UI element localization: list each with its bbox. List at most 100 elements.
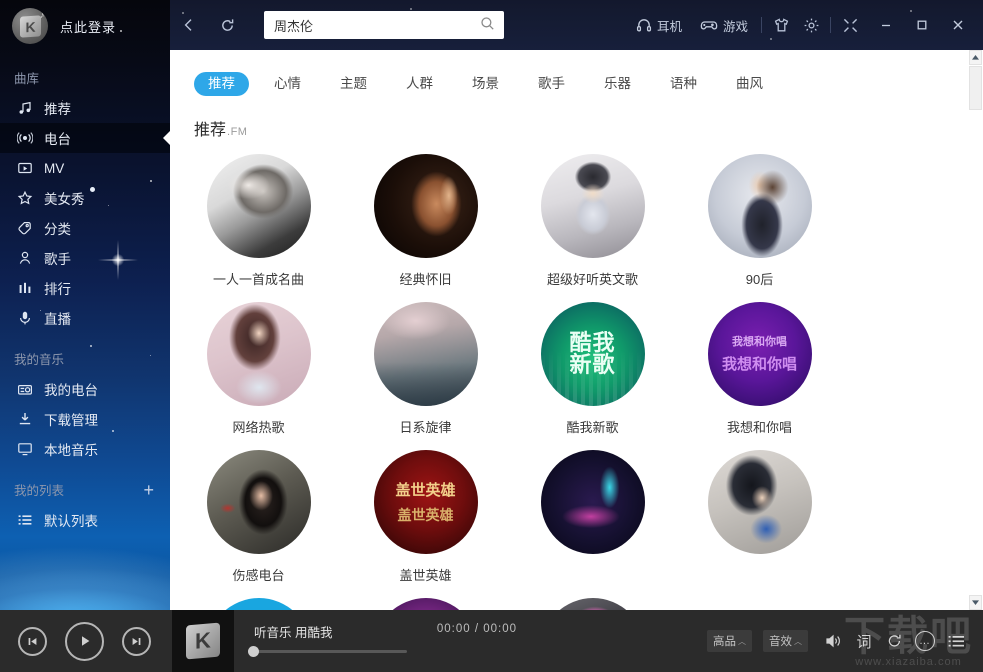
quality-button[interactable]: 高品 ︿ (707, 630, 752, 652)
station-card[interactable]: 经典怀旧 (347, 153, 504, 288)
station-cover[interactable] (540, 153, 645, 258)
album-art[interactable]: ♪ K (172, 610, 234, 672)
station-card[interactable]: 90后 (681, 153, 838, 288)
music-note-icon (16, 100, 33, 117)
tab-language[interactable]: 语种 (656, 72, 711, 96)
tab-mood[interactable]: 心情 (260, 72, 315, 96)
add-playlist-button[interactable]: + (143, 481, 154, 499)
tag-icon (16, 220, 33, 237)
sidebar-item-downloads[interactable]: 下载管理 (0, 404, 170, 434)
station-card[interactable]: 酷我 新歌 酷我新歌 (514, 301, 671, 436)
play-button[interactable] (65, 621, 104, 661)
sidebar-item-radio[interactable]: 电台 (0, 123, 170, 153)
minimize-button[interactable] (871, 10, 901, 40)
progress-bar[interactable] (254, 650, 407, 653)
sidebar-item-local-music[interactable]: 本地音乐 (0, 434, 170, 464)
section-subtitle: .FM (227, 125, 248, 138)
headphone-button[interactable]: 耳机 (627, 10, 691, 40)
station-card[interactable]: 一人一首成名曲 (180, 153, 337, 288)
station-cover[interactable] (206, 301, 311, 406)
station-cover[interactable] (373, 153, 478, 258)
video-icon (16, 160, 33, 177)
tab-instrument[interactable]: 乐器 (590, 72, 645, 96)
tab-theme[interactable]: 主题 (326, 72, 381, 96)
station-card[interactable]: 超级好听英文歌 (514, 153, 671, 288)
sidebar-item-recommend[interactable]: 推荐 (0, 93, 170, 123)
total-time: 00:00 (483, 623, 517, 635)
maximize-button[interactable] (907, 10, 937, 40)
station-cover[interactable] (373, 301, 478, 406)
station-card[interactable] (514, 597, 671, 610)
station-cover[interactable]: 酷我 新歌 (540, 301, 645, 406)
station-cover[interactable]: vivo Hi-Fi & Smart (206, 597, 311, 610)
progress-handle[interactable] (248, 646, 259, 657)
station-cover[interactable] (206, 153, 311, 258)
new-badge-dot (89, 187, 95, 192)
station-cover[interactable] (540, 597, 645, 610)
scrollbar-track[interactable] (969, 67, 982, 593)
station-cover[interactable]: 酷我热歌 (373, 597, 478, 610)
search-box[interactable] (264, 11, 504, 39)
top-right-controls: 耳机 游戏 (627, 0, 983, 50)
avatar[interactable]: ♪ K (12, 8, 48, 44)
station-name: 网络热歌 (232, 419, 285, 435)
content-scrollbar[interactable] (967, 50, 983, 610)
tab-singer[interactable]: 歌手 (524, 72, 579, 96)
station-cover[interactable] (540, 449, 645, 554)
station-cover[interactable] (707, 153, 812, 258)
sidebar-item-artists[interactable]: 歌手 (0, 243, 170, 273)
game-button[interactable]: 游戏 (691, 10, 757, 40)
scroll-down-button[interactable] (969, 595, 982, 610)
station-card[interactable] (514, 449, 671, 584)
sidebar-item-ranking[interactable]: 排行 (0, 273, 170, 303)
sidebar-item-default-list[interactable]: 默认列表 (0, 505, 170, 535)
next-track-button[interactable] (122, 626, 151, 656)
tab-genre[interactable]: 曲风 (722, 72, 777, 96)
station-card[interactable]: 酷我热歌 (347, 597, 504, 610)
previous-track-button[interactable] (18, 626, 47, 656)
sidebar-item-live[interactable]: 直播 (0, 303, 170, 333)
tab-scene[interactable]: 场景 (458, 72, 513, 96)
station-card[interactable]: vivo Hi-Fi & Smart (180, 597, 337, 610)
decorative-star (410, 8, 412, 10)
close-button[interactable] (943, 10, 973, 40)
playlist-button[interactable] (941, 626, 971, 656)
station-card[interactable]: 我想和你唱 我想和你唱 我想和你唱 (681, 301, 838, 436)
station-card[interactable]: 盖世英雄 盖世英雄 盖世英雄 (347, 449, 504, 584)
login-button[interactable]: ♪ K 点此登录 (0, 0, 170, 52)
volume-button[interactable] (819, 626, 849, 656)
search-icon[interactable] (480, 16, 495, 36)
station-name: 超级好听英文歌 (546, 271, 638, 287)
station-card[interactable]: 伤感电台 (180, 449, 337, 584)
station-cover[interactable] (707, 449, 812, 554)
station-card[interactable]: 日系旋律 (347, 301, 504, 436)
station-cover[interactable]: 盖世英雄 盖世英雄 (373, 449, 478, 554)
scroll-up-button[interactable] (969, 50, 982, 65)
more-button[interactable]: … (915, 631, 935, 651)
back-button[interactable] (174, 10, 204, 40)
lyrics-button[interactable]: 词 (849, 626, 879, 656)
sidebar-item-beauty-show[interactable]: 美女秀 (0, 183, 170, 213)
station-name: 90后 (745, 271, 774, 287)
repeat-button[interactable] (879, 626, 909, 656)
station-cover[interactable]: 我想和你唱 我想和你唱 (707, 301, 812, 406)
station-card[interactable]: 网络热歌 (180, 301, 337, 436)
search-input[interactable] (274, 12, 474, 38)
tab-recommend[interactable]: 推荐 (194, 72, 249, 96)
settings-button[interactable] (796, 10, 826, 40)
station-cover[interactable] (206, 449, 311, 554)
tab-crowd[interactable]: 人群 (392, 72, 447, 96)
sidebar: ♪ K 点此登录 曲库 推荐 电台 MV 美女秀 分类 歌手 排行 直播 我的音… (0, 0, 170, 610)
station-card[interactable] (681, 449, 838, 584)
main-content: 推荐 心情 主题 人群 场景 歌手 乐器 语种 曲风 推荐 .FM 一人一首成名… (170, 50, 983, 610)
sidebar-item-label: 分类 (44, 222, 71, 237)
effects-button[interactable]: 音效 ︿ (763, 630, 808, 652)
quality-label: 高品 (713, 636, 736, 648)
refresh-button[interactable] (212, 10, 242, 40)
sidebar-item-my-radio[interactable]: 我的电台 (0, 374, 170, 404)
skin-button[interactable] (766, 10, 796, 40)
sidebar-item-mv[interactable]: MV (0, 153, 170, 183)
scrollbar-thumb[interactable] (969, 66, 982, 110)
sidebar-item-category[interactable]: 分类 (0, 213, 170, 243)
mini-mode-button[interactable] (835, 10, 865, 40)
